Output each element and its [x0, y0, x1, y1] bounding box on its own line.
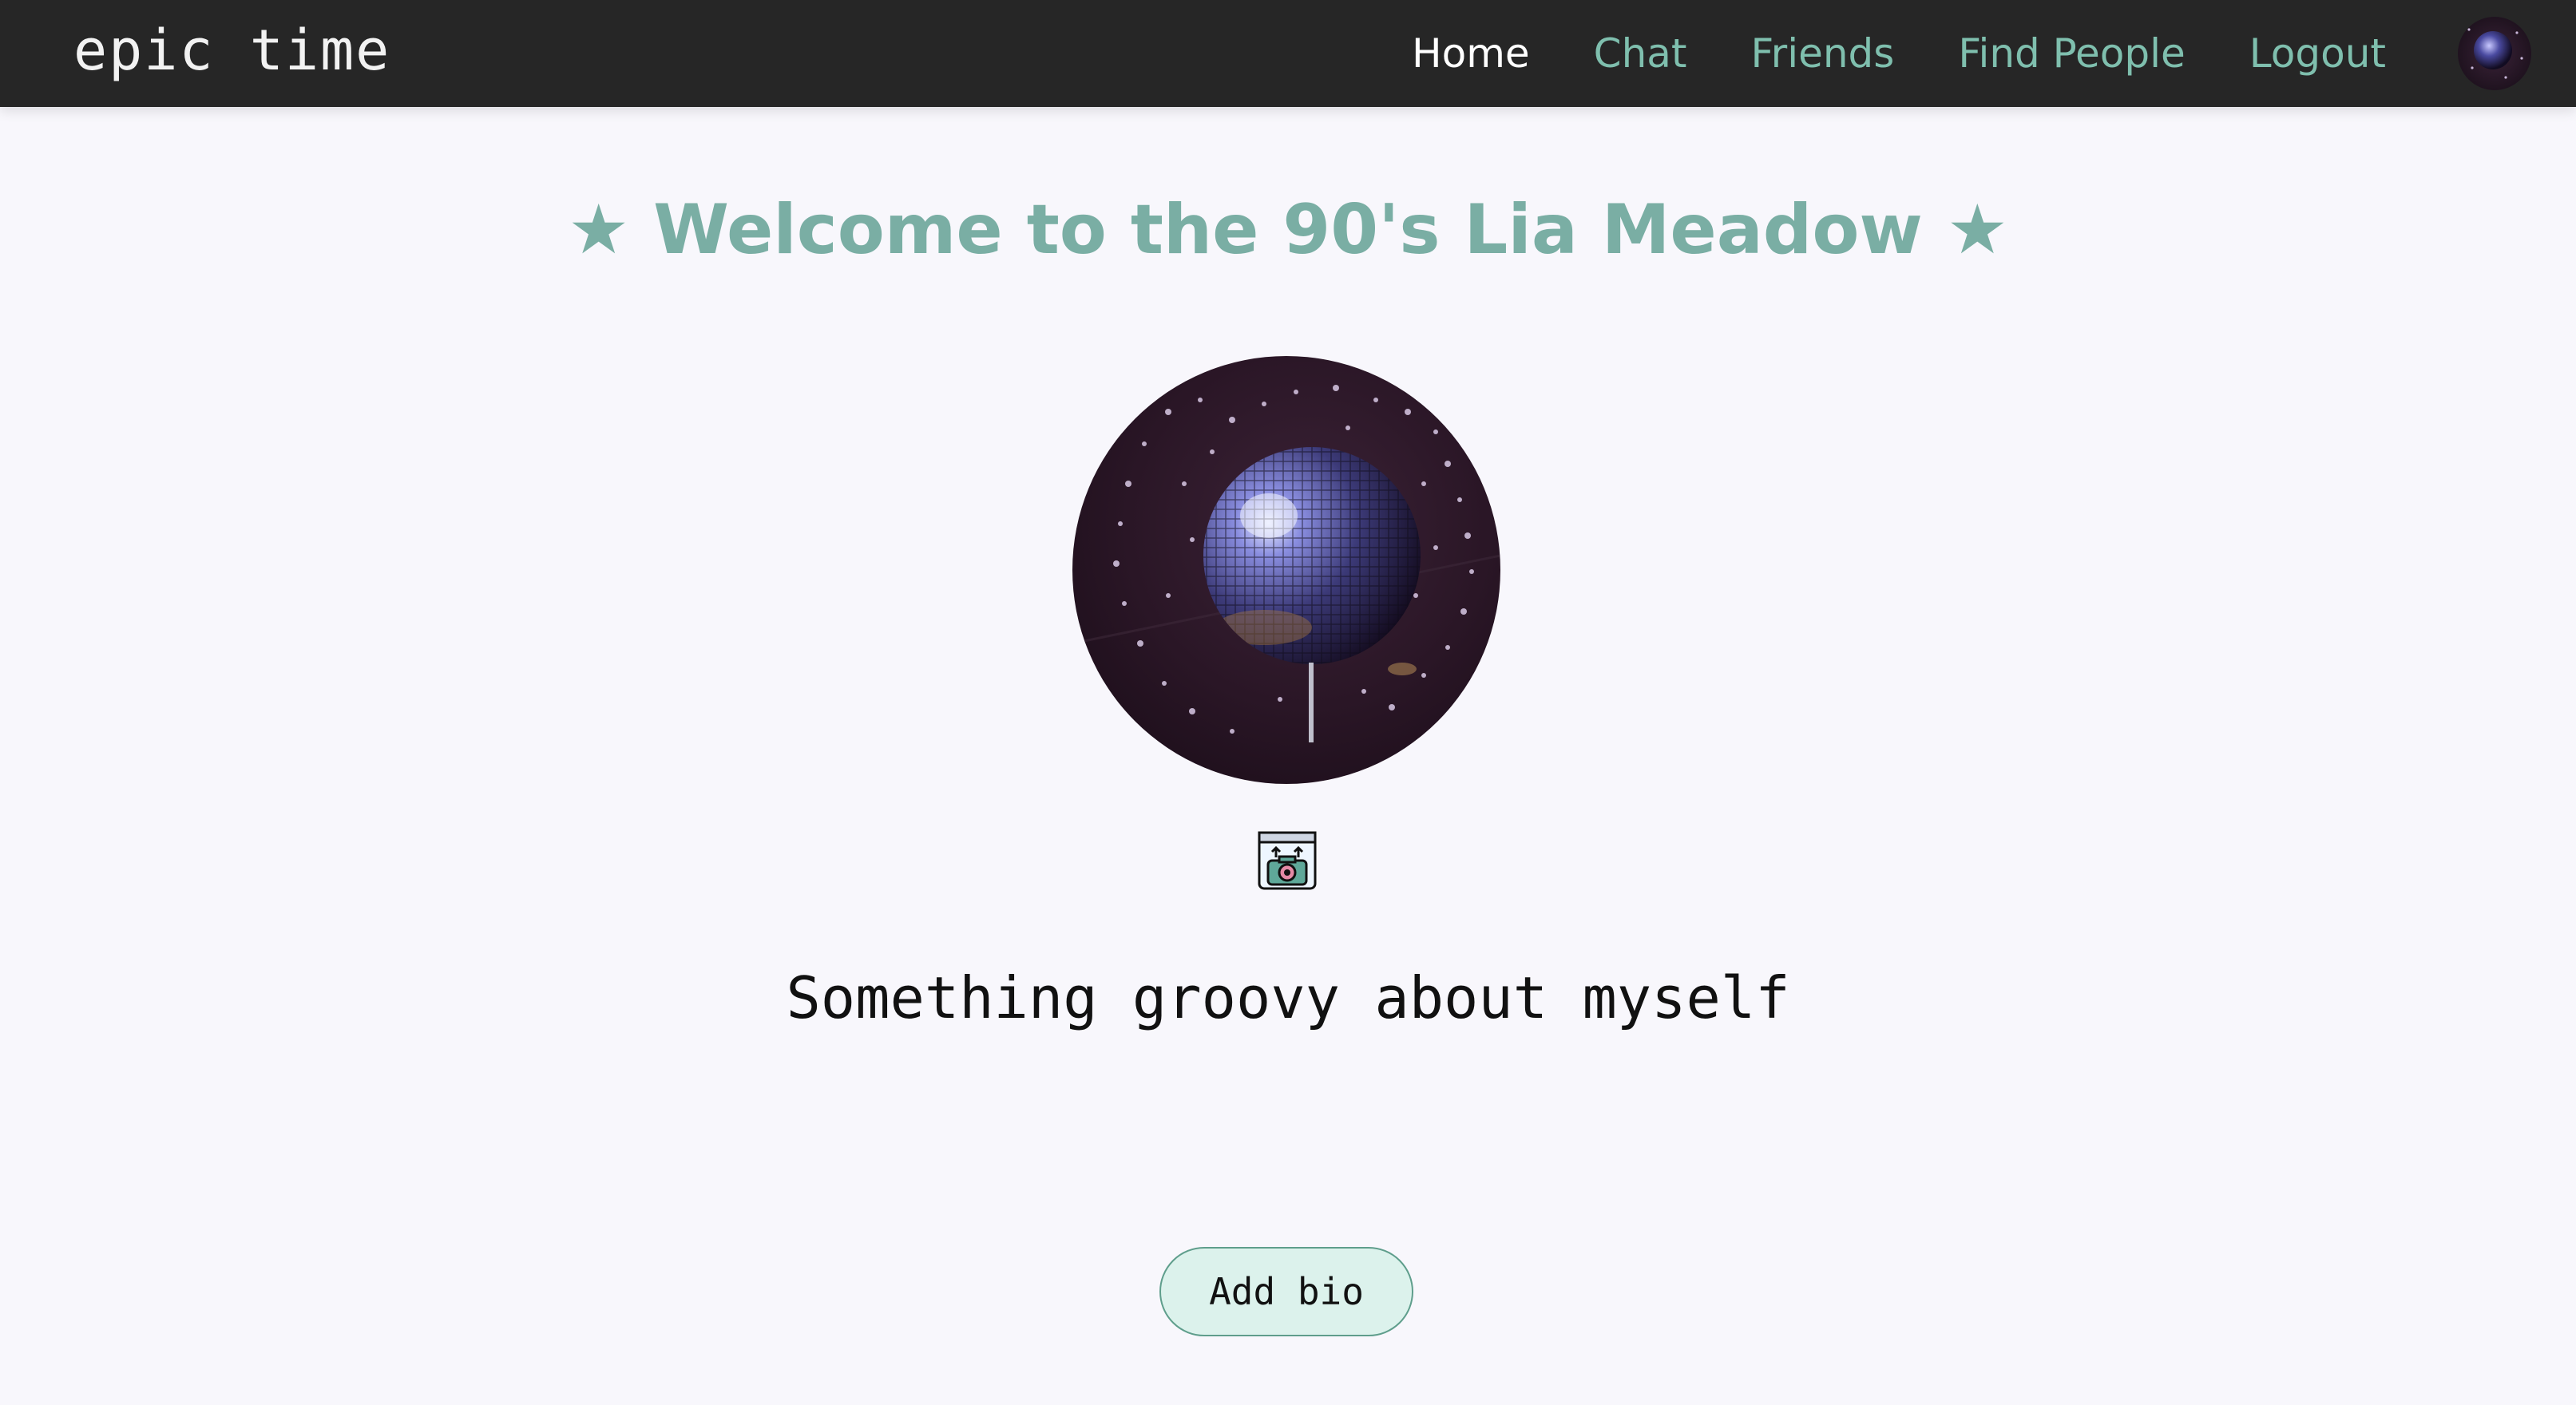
nav-friends-link[interactable]: Friends: [1751, 30, 1895, 77]
welcome-heading: ★ Welcome to the 90's Lia Meadow ★: [568, 190, 2008, 270]
camera-upload-icon: [1258, 831, 1317, 890]
nav-chat-link[interactable]: Chat: [1594, 30, 1687, 77]
nav-home-link[interactable]: Home: [1412, 30, 1530, 77]
profile-picture: [1072, 356, 1500, 784]
bio-text: Something groovy about myself: [786, 964, 1790, 1031]
app-logo[interactable]: epic time: [73, 14, 390, 86]
main-nav: Home Chat Friends Find People Logout: [1412, 0, 2576, 107]
nav-find-people-link[interactable]: Find People: [1958, 30, 2185, 77]
disco-ball-avatar-icon: [2458, 17, 2531, 90]
add-bio-button[interactable]: Add bio: [1159, 1247, 1413, 1336]
nav-logout-link[interactable]: Logout: [2249, 30, 2386, 77]
disco-ball-photo: [1072, 356, 1500, 784]
top-nav-bar: epic time Home Chat Friends Find People …: [0, 0, 2576, 107]
upload-photo-button[interactable]: [1257, 830, 1318, 891]
user-avatar[interactable]: [2458, 17, 2531, 90]
